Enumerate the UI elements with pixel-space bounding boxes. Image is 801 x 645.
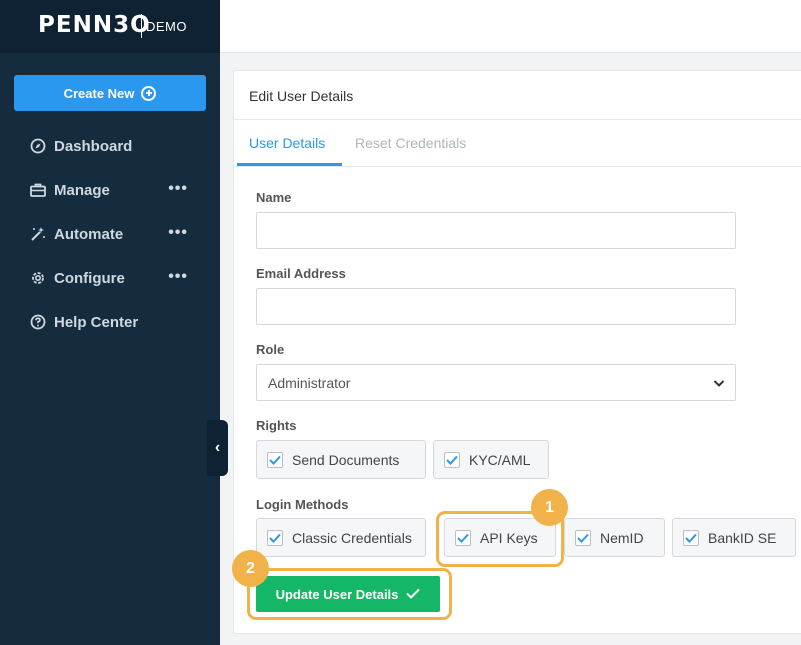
sidebar-item-configure[interactable]: Configure ••• <box>30 266 200 290</box>
email-label: Email Address <box>256 266 346 281</box>
checkbox-label: NemID <box>600 529 644 546</box>
divider <box>234 166 801 167</box>
rights-kyc-aml-checkbox[interactable]: KYC/AML <box>433 440 549 479</box>
more-dots-icon[interactable]: ••• <box>168 225 188 241</box>
checkbox-label: BankID SE <box>708 529 777 546</box>
tab-user-details[interactable]: User Details <box>249 135 325 151</box>
logo-demo-tag: DEMO <box>146 19 187 34</box>
callout-badge-1: 1 <box>531 489 568 526</box>
login-bankid-se-checkbox[interactable]: BankID SE <box>672 518 796 557</box>
create-new-button[interactable]: Create New <box>14 75 206 111</box>
sidebar-item-help-center[interactable]: Help Center <box>30 310 200 334</box>
checkbox-label: KYC/AML <box>469 451 531 468</box>
sidebar-item-label: Dashboard <box>54 137 133 155</box>
checkbox-label: Send Documents <box>292 451 400 468</box>
sidebar-item-label: Configure <box>54 269 125 287</box>
login-classic-credentials-checkbox[interactable]: Classic Credentials <box>256 518 426 557</box>
create-new-label: Create New <box>63 85 135 101</box>
chevron-left-icon: ‹ <box>214 439 221 456</box>
gear-icon <box>30 270 46 286</box>
card-title: Edit User Details <box>249 88 354 104</box>
sidebar-collapse-button[interactable]: ‹ <box>207 420 228 476</box>
role-select[interactable]: Administrator <box>256 364 736 401</box>
chevron-down-icon <box>713 376 725 392</box>
divider <box>234 119 801 120</box>
checkmark-icon <box>267 451 283 468</box>
checkmark-icon <box>683 529 699 546</box>
logo-divider <box>141 14 142 38</box>
compass-icon <box>30 138 46 154</box>
sidebar-item-label: Help Center <box>54 313 139 331</box>
sidebar-item-manage[interactable]: Manage ••• <box>30 178 200 202</box>
login-nemid-checkbox[interactable]: NemID <box>564 518 665 557</box>
callout-highlight-update-button <box>247 568 452 620</box>
checkmark-icon <box>444 451 460 468</box>
login-methods-label: Login Methods <box>256 497 349 512</box>
rights-label: Rights <box>256 418 297 433</box>
sidebar-item-dashboard[interactable]: Dashboard <box>30 134 200 158</box>
name-label: Name <box>256 190 292 205</box>
sidebar-item-label: Automate <box>54 225 124 243</box>
logo[interactable]: PENN3O <box>38 12 151 38</box>
logo-bar: PENN3O DEMO <box>0 0 220 53</box>
plus-circle-icon <box>141 85 157 101</box>
rights-send-documents-checkbox[interactable]: Send Documents <box>256 440 426 479</box>
sidebar: PENN3O DEMO Create New Dashboard Manage … <box>0 0 220 645</box>
name-input[interactable] <box>256 212 736 249</box>
more-dots-icon[interactable]: ••• <box>168 269 188 285</box>
email-input[interactable] <box>256 288 736 325</box>
briefcase-icon <box>30 182 46 198</box>
sidebar-item-label: Manage <box>54 181 110 199</box>
role-selected-value: Administrator <box>268 374 351 391</box>
checkmark-icon <box>267 529 283 546</box>
sidebar-item-automate[interactable]: Automate ••• <box>30 222 200 246</box>
question-circle-icon <box>30 314 46 330</box>
tab-reset-credentials[interactable]: Reset Credentials <box>355 135 466 151</box>
role-label: Role <box>256 342 285 357</box>
magic-wand-icon <box>30 226 46 242</box>
more-dots-icon[interactable]: ••• <box>168 181 188 197</box>
checkbox-label: Classic Credentials <box>292 529 412 546</box>
checkmark-icon <box>575 529 591 546</box>
top-header <box>220 0 801 53</box>
callout-badge-2: 2 <box>232 550 269 587</box>
